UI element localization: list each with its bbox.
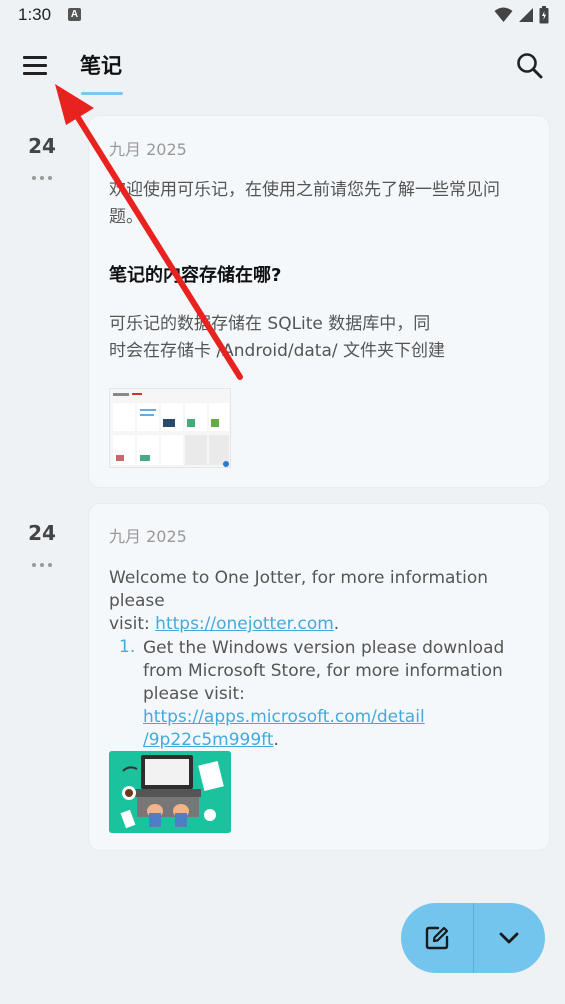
search-icon[interactable] <box>514 50 546 82</box>
menu-icon <box>23 55 47 59</box>
fab-group <box>401 903 545 973</box>
note-image-thumbnail[interactable] <box>109 388 231 468</box>
microsoft-store-link[interactable]: https://apps.microsoft.com/detail <box>143 707 425 727</box>
laptop-illustration <box>109 751 231 833</box>
onejotter-link[interactable]: https://onejotter.com <box>155 614 334 634</box>
more-options-icon[interactable] <box>22 563 62 567</box>
expand-button[interactable] <box>474 903 546 973</box>
note-card[interactable]: 九月 2025 欢迎使用可乐记，在使用之前请您先了解一些常见问 题。 笔记的内容… <box>88 115 550 488</box>
screenshot-image <box>110 389 230 467</box>
list-number: 1. <box>119 637 136 657</box>
status-bar: 1:30 A <box>0 0 565 32</box>
chevron-down-icon <box>499 932 519 944</box>
note-date: 九月 2025 <box>109 527 187 546</box>
note-day: 24 <box>28 521 56 545</box>
menu-button[interactable] <box>16 48 54 82</box>
note-date-column: 24 <box>22 134 62 180</box>
note-day: 24 <box>28 134 56 158</box>
wifi-icon <box>494 7 513 22</box>
status-icons <box>494 6 549 24</box>
note-paragraph: 可乐记的数据存储在 SQLite 数据库中，同 时会在存储卡 /Android/… <box>109 314 446 361</box>
app-bar: 笔记 <box>0 32 565 98</box>
tab-notes[interactable]: 笔记 <box>80 50 122 80</box>
tab-indicator <box>81 92 123 95</box>
note-heading: 笔记的内容存储在哪? <box>109 265 282 286</box>
status-time: 1:30 <box>18 5 52 24</box>
note-date-column: 24 <box>22 521 62 567</box>
signal-icon <box>519 8 533 22</box>
notification-icon: A <box>68 8 81 21</box>
more-options-icon[interactable] <box>22 176 62 180</box>
note-date: 九月 2025 <box>109 140 187 159</box>
edit-note-icon <box>425 926 448 950</box>
note-paragraph: Welcome to One Jotter, for more informat… <box>109 568 488 634</box>
note-paragraph: 欢迎使用可乐记，在使用之前请您先了解一些常见问 题。 <box>109 180 500 227</box>
note-card[interactable]: 九月 2025 Welcome to One Jotter, for more … <box>88 503 550 851</box>
note-image-thumbnail[interactable] <box>109 751 231 833</box>
list-item: Get the Windows version please download … <box>143 638 505 750</box>
new-note-button[interactable] <box>401 903 473 973</box>
microsoft-store-link-continued[interactable]: /9p22c5m999ft <box>143 730 274 750</box>
battery-icon <box>539 6 549 24</box>
